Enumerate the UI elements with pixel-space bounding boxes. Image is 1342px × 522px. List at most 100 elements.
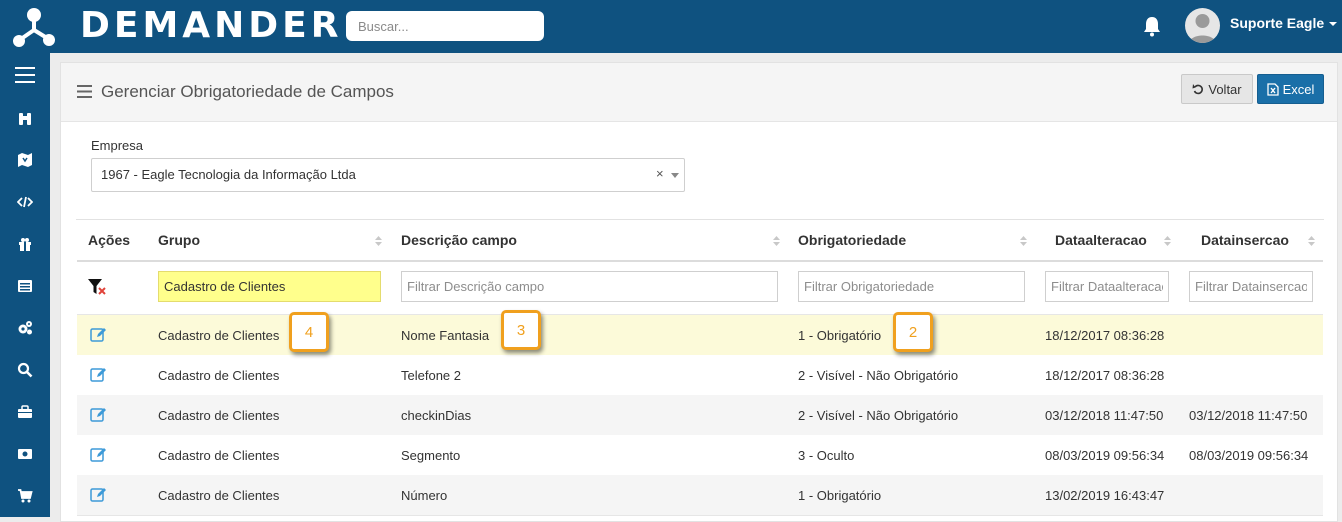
excel-button-label: Excel [1282,81,1315,97]
cell-descricao: Número [401,488,448,503]
binoculars-icon [19,113,31,125]
col-header-descricao[interactable]: Descrição campo [401,220,517,260]
gift-icon [19,238,31,251]
edit-icon[interactable] [90,366,107,383]
clear-filter-icon[interactable] [88,279,108,296]
logo-text[interactable]: DEMANDER [80,6,342,46]
excel-button[interactable]: Excel [1257,74,1324,104]
undo-icon [1192,84,1204,95]
sidebar-item-gift[interactable] [0,226,50,262]
sort-icon[interactable] [773,236,780,246]
code-icon [17,196,33,208]
cell-descricao: checkinDias [401,408,472,423]
logo-icon[interactable] [12,5,56,49]
col-header-dataalteracao[interactable]: Dataalteracao [1055,220,1147,260]
bars-icon [77,85,92,98]
sidebar-item-money[interactable] [0,436,50,472]
edit-icon[interactable] [90,406,107,423]
back-button[interactable]: Voltar [1181,74,1253,104]
filter-obrigatoriedade-input[interactable] [798,271,1025,302]
briefcase-icon [18,405,32,418]
col-header-obrigatoriedade[interactable]: Obrigatoriedade [798,220,906,260]
cell-datainsercao: 03/12/2018 11:47:50 [1189,408,1308,423]
sidebar-item-code[interactable] [0,184,50,220]
cell-obrigatoriedade: 1 - Obrigatório [798,488,882,503]
edit-icon[interactable] [90,486,107,503]
col-header-datainsercao[interactable]: Datainsercao [1201,220,1289,260]
sort-icon[interactable] [1020,236,1027,246]
user-name: Suporte Eagle [1230,15,1325,31]
file-excel-icon [1266,82,1279,96]
table-row[interactable]: Cadastro de Clientes Nome Fantasia 1 - O… [77,315,1323,356]
cell-grupo: Cadastro de Clientes [158,368,280,383]
cell-obrigatoriedade: 2 - Visível - Não Obrigatório [798,408,959,423]
filter-descricao-input[interactable] [401,271,778,302]
cell-obrigatoriedade: 1 - Obrigatório [798,328,882,343]
edit-icon[interactable] [90,446,107,463]
empresa-select[interactable]: 1967 - Eagle Tecnologia da Informação Lt… [91,158,685,192]
cell-obrigatoriedade: 3 - Oculto [798,448,855,463]
map-icon [18,153,32,167]
sort-icon[interactable] [375,236,382,246]
sidebar-item-cart[interactable] [0,478,50,514]
cell-dataalteracao: 08/03/2019 09:56:34 [1045,448,1165,463]
cell-grupo: Cadastro de Clientes [158,328,280,343]
clear-selection-icon[interactable]: × [656,166,664,181]
search-icon [17,362,33,378]
top-bar: DEMANDER Suporte Eagle [0,0,1342,53]
fields-table: Ações Grupo Descrição campo Obrigatoried… [76,219,1324,516]
filter-dataalteracao-input[interactable] [1045,271,1169,302]
cell-obrigatoriedade: 2 - Visível - Não Obrigatório [798,368,959,383]
filter-datainsercao-input[interactable] [1189,271,1313,302]
cogs-icon [18,321,32,335]
edit-icon[interactable] [90,326,107,343]
cart-icon [18,489,33,503]
hamburger-icon [15,67,35,83]
empresa-value: 1967 - Eagle Tecnologia da Informação Lt… [101,167,356,182]
user-menu[interactable]: Suporte Eagle [1230,15,1338,31]
money-icon [18,449,32,459]
annotation-badge: 2 [893,312,933,352]
user-icon [1189,14,1216,43]
table-row[interactable]: Cadastro de Clientes Número 1 - Obrigató… [77,475,1323,516]
search-input[interactable] [346,11,544,41]
list-icon [18,280,32,292]
page-title: Gerenciar Obrigatoriedade de Campos [101,82,394,101]
cell-dataalteracao: 18/12/2017 08:36:28 [1045,368,1165,383]
sidebar-item-map[interactable] [0,142,50,178]
cell-grupo: Cadastro de Clientes [158,488,280,503]
empresa-label: Empresa [91,138,144,153]
cell-dataalteracao: 18/12/2017 08:36:28 [1045,328,1165,343]
sidebar-item-list[interactable] [0,268,50,304]
bell-icon[interactable] [1140,14,1164,38]
col-header-grupo[interactable]: Grupo [158,220,200,260]
sidebar-item-binoculars[interactable] [0,101,50,137]
cell-dataalteracao: 13/02/2019 16:43:47 [1045,488,1165,503]
cell-datainsercao: 08/03/2019 09:56:34 [1189,448,1309,463]
cell-descricao: Telefone 2 [401,368,461,383]
cell-descricao: Segmento [401,448,461,463]
back-button-label: Voltar [1208,81,1242,97]
col-header-acoes: Ações [88,232,131,248]
table-row[interactable]: Cadastro de Clientes Segmento 3 - Oculto… [77,435,1323,476]
cell-descricao: Nome Fantasia [401,328,490,343]
table-row[interactable]: Cadastro de Clientes Telefone 2 2 - Visí… [77,355,1323,396]
annotation-badge: 3 [501,310,541,350]
sidebar-item-search[interactable] [0,352,50,388]
annotation-badge: 4 [289,312,329,352]
main-panel: Gerenciar Obrigatoriedade de Campos Volt… [60,62,1338,522]
sidebar-item-settings[interactable] [0,310,50,346]
table-row[interactable]: Cadastro de Clientes checkinDias 2 - Vis… [77,395,1323,436]
panel-header: Gerenciar Obrigatoriedade de Campos Volt… [61,63,1337,122]
cell-dataalteracao: 03/12/2018 11:47:50 [1045,408,1164,423]
sort-icon[interactable] [1164,236,1171,246]
caret-down-icon [1329,22,1338,27]
sidebar-item-briefcase[interactable] [0,394,50,430]
sort-icon[interactable] [1308,236,1315,246]
filter-grupo-input[interactable] [158,271,381,302]
dropdown-arrow-icon[interactable] [671,173,679,178]
sidebar [0,53,50,517]
avatar[interactable] [1185,8,1220,43]
sidebar-menu-toggle[interactable] [0,57,50,93]
cell-grupo: Cadastro de Clientes [158,408,280,423]
